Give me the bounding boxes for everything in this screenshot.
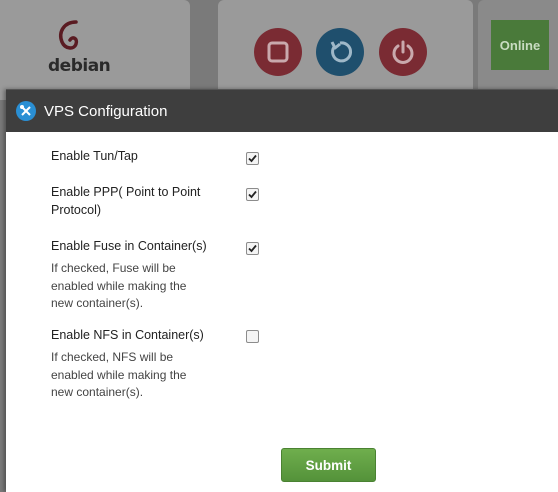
checkmark-icon — [248, 154, 257, 163]
checkmark-icon — [248, 244, 257, 253]
option-help-text: If checked, NFS will be enabled while ma… — [51, 350, 187, 399]
checkmark-icon — [248, 190, 257, 199]
ppp-checkbox[interactable] — [246, 188, 259, 201]
option-label: Enable NFS in Container(s) — [51, 328, 204, 342]
stop-icon — [267, 41, 289, 63]
restart-button[interactable] — [316, 28, 364, 76]
fuse-checkbox[interactable] — [246, 242, 259, 255]
power-button[interactable] — [379, 28, 427, 76]
option-ppp: Enable PPP( Point to Point Protocol) — [51, 183, 221, 219]
tools-icon — [16, 101, 36, 121]
vps-config-modal: VPS Configuration Enable Tun/Tap Enable … — [6, 89, 558, 492]
restart-icon — [330, 41, 353, 63]
option-fuse: Enable Fuse in Container(s) If checked, … — [51, 237, 207, 313]
option-tun-tap: Enable Tun/Tap — [51, 147, 138, 165]
option-nfs: Enable NFS in Container(s) If checked, N… — [51, 326, 206, 402]
debian-logo-text: debian — [48, 56, 111, 76]
nfs-checkbox[interactable] — [246, 330, 259, 343]
power-icon — [392, 40, 414, 64]
submit-button[interactable]: Submit — [281, 448, 376, 482]
modal-header: VPS Configuration — [6, 89, 558, 132]
option-help-text: If checked, Fuse will be enabled while m… — [51, 261, 187, 310]
modal-title: VPS Configuration — [44, 102, 168, 120]
option-label: Enable Fuse in Container(s) — [51, 239, 207, 253]
option-label: Enable PPP( Point to Point Protocol) — [51, 185, 201, 217]
online-status-button[interactable]: Online — [491, 20, 549, 70]
tun-tap-checkbox[interactable] — [246, 152, 259, 165]
option-label: Enable Tun/Tap — [51, 149, 138, 163]
stop-button[interactable] — [254, 28, 302, 76]
